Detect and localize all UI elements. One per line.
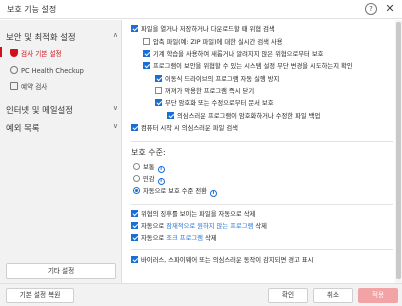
checkbox[interactable] — [143, 62, 150, 69]
sidebar-section-security[interactable]: 보안 및 최적화 설정 ∧ — [6, 31, 118, 43]
option-archive-scan[interactable]: 압축 파일(예: ZIP 파일)에 대한 실시간 검색 사용 — [143, 38, 283, 47]
divider — [131, 204, 393, 205]
info-icon[interactable]: i — [157, 178, 165, 185]
chevron-up-icon: ∧ — [112, 31, 118, 39]
shield-icon — [10, 49, 18, 57]
sidebar-item-label: PC Health Checkup — [21, 67, 84, 75]
checkbox[interactable] — [131, 25, 138, 32]
option-label-suffix: 삭제 — [253, 223, 267, 230]
sidebar-section-internet-mail[interactable]: 인터넷 및 메일설정 ∨ — [6, 104, 118, 116]
scrollbar[interactable] — [395, 20, 402, 283]
pc-health-icon — [10, 66, 18, 74]
option-startup-scan[interactable]: 컴퓨터 시작 시 의심스러운 파일 검색 — [131, 124, 238, 133]
checkbox[interactable] — [155, 99, 162, 106]
option-system-change-check[interactable]: 프로그램이 보안을 위협할 수 있는 시스템 설정 무단 변경을 시도하는지 확… — [143, 62, 353, 71]
help-button[interactable]: ? — [365, 3, 377, 15]
option-show-alert[interactable]: 바이러스, 스파이웨어 또는 의심스러운 동작이 감지되면 경고 표시 — [131, 256, 313, 265]
option-backup-files[interactable]: 의심스러운 프로그램이 암호화하거나 수정한 파일 백업 — [167, 112, 320, 121]
protection-level-normal[interactable]: 보통 i — [133, 163, 165, 173]
option-label: 무단 암호화 또는 수정으로부터 문서 보호 — [165, 100, 274, 107]
sidebar-section-exceptions[interactable]: 예외 목록 ∨ — [6, 122, 118, 134]
sidebar-item-scan-settings[interactable]: 검사 기본 설정 — [0, 47, 62, 58]
option-label-prefix: 자동으로 — [141, 235, 167, 242]
pup-link[interactable]: 잠재적으로 원하지 않는 프로그램 — [166, 223, 253, 230]
divider — [131, 249, 393, 250]
sidebar-section-label: 인터넷 및 메일설정 — [6, 105, 73, 115]
option-label: 위협의 징후를 보이는 파일을 자동으로 삭제 — [141, 211, 256, 218]
ok-button[interactable]: 확인 — [268, 288, 308, 303]
restore-defaults-button[interactable]: 기본 설정 복원 — [6, 288, 74, 303]
checkbox[interactable] — [143, 38, 150, 45]
cancel-button[interactable]: 취소 — [313, 288, 353, 303]
checkbox[interactable] — [131, 124, 138, 131]
sidebar-section-label: 예외 목록 — [6, 123, 40, 133]
option-label-prefix: 자동으로 — [141, 223, 167, 230]
checkbox[interactable] — [143, 50, 150, 57]
option-label: 압축 파일(예: ZIP 파일)에 대한 실시간 검색 사용 — [153, 39, 283, 46]
option-label: 기계 학습을 사용하여 새롭거나 알려지지 않은 위협으로부터 보호 — [153, 51, 324, 58]
settings-pane: 파일을 열거나 저장하거나 다운로드할 때 위협 검색 압축 파일(예: ZIP… — [123, 20, 402, 283]
option-label: 바이러스, 스파이웨어 또는 의심스러운 동작이 감지되면 경고 표시 — [141, 257, 314, 264]
checkbox[interactable] — [131, 256, 138, 263]
option-label: 프로그램이 보안을 위협할 수 있는 시스템 설정 무단 변경을 시도하는지 확… — [153, 63, 353, 70]
radio-button[interactable] — [133, 175, 140, 182]
option-close-exploited[interactable]: 꺼져가 악용한 프로그램 즉시 닫기 — [155, 87, 254, 96]
info-icon[interactable]: i — [209, 190, 217, 197]
option-label: 컴퓨터 시작 시 의심스러운 파일 검색 — [141, 125, 238, 132]
close-button[interactable]: ✕ — [383, 1, 397, 16]
option-autorun-block[interactable]: 이동식 드라이브의 프로그램 자동 실행 방지 — [155, 75, 279, 84]
sidebar-section-label: 보안 및 최적화 설정 — [6, 32, 76, 42]
radio-label: 자동으로 보호 수준 전환 — [143, 188, 207, 195]
option-scan-on-open[interactable]: 파일을 열거나 저장하거나 다운로드할 때 위협 검색 — [131, 25, 275, 34]
protection-level-auto[interactable]: 자동으로 보호 수준 전환 i — [133, 187, 217, 197]
apply-button[interactable]: 적용 — [358, 288, 398, 303]
protection-level-sensitive[interactable]: 민감 i — [133, 175, 165, 185]
radio-button[interactable] — [133, 163, 140, 170]
sidebar: 보안 및 최적화 설정 ∧ 검사 기본 설정 PC Health Checkup… — [0, 20, 122, 283]
footer-bar: 기본 설정 복원 확인 취소 적용 — [0, 283, 402, 306]
option-label: 파일을 열거나 저장하거나 다운로드할 때 위협 검색 — [141, 26, 275, 33]
other-settings-button[interactable]: 기타 설정 — [6, 263, 116, 279]
calendar-icon — [10, 82, 18, 90]
option-label: 이동식 드라이브의 프로그램 자동 실행 방지 — [165, 76, 280, 83]
checkbox[interactable] — [131, 210, 138, 217]
option-label-suffix: 삭제 — [202, 235, 217, 242]
option-label: 꺼져가 악용한 프로그램 즉시 닫기 — [165, 88, 255, 95]
divider — [131, 141, 393, 142]
option-auto-delete-joke[interactable]: 자동으로 조크 프로그램 삭제 — [131, 234, 217, 243]
protection-level-title: 보호 수준: — [131, 148, 166, 157]
option-auto-delete-pup[interactable]: 자동으로 잠재적으로 원하지 않는 프로그램 삭제 — [131, 222, 267, 231]
radio-button[interactable] — [133, 187, 140, 194]
chevron-down-icon: ∨ — [112, 104, 118, 112]
checkbox[interactable] — [131, 234, 138, 241]
radio-label: 민감 — [143, 176, 155, 183]
title-bar: 보호 기능 설정 ? ✕ — [0, 0, 402, 19]
radio-label: 보통 — [143, 164, 155, 171]
option-label: 의심스러운 프로그램이 암호화하거나 수정한 파일 백업 — [177, 113, 321, 120]
chevron-down-icon: ∨ — [112, 122, 118, 130]
option-document-protection[interactable]: 무단 암호화 또는 수정으로부터 문서 보호 — [155, 99, 274, 108]
checkbox[interactable] — [155, 87, 162, 94]
checkbox[interactable] — [155, 75, 162, 82]
option-auto-delete-threats[interactable]: 위협의 징후를 보이는 파일을 자동으로 삭제 — [131, 210, 255, 219]
window-title: 보호 기능 설정 — [7, 5, 57, 14]
option-machine-learning[interactable]: 기계 학습을 사용하여 새롭거나 알려지지 않은 위협으로부터 보호 — [143, 50, 323, 59]
joke-program-link[interactable]: 조크 프로그램 — [166, 235, 203, 242]
info-icon[interactable]: i — [157, 166, 165, 173]
sidebar-item-label: 예약 검사 — [21, 83, 48, 91]
scrollbar-thumb[interactable] — [396, 22, 401, 279]
checkbox[interactable] — [131, 222, 138, 229]
sidebar-item-label: 검사 기본 설정 — [21, 50, 62, 58]
sidebar-item-scheduled-scan[interactable]: 예약 검사 — [10, 81, 47, 91]
checkbox[interactable] — [167, 112, 174, 119]
sidebar-item-pc-health[interactable]: PC Health Checkup — [10, 66, 84, 76]
